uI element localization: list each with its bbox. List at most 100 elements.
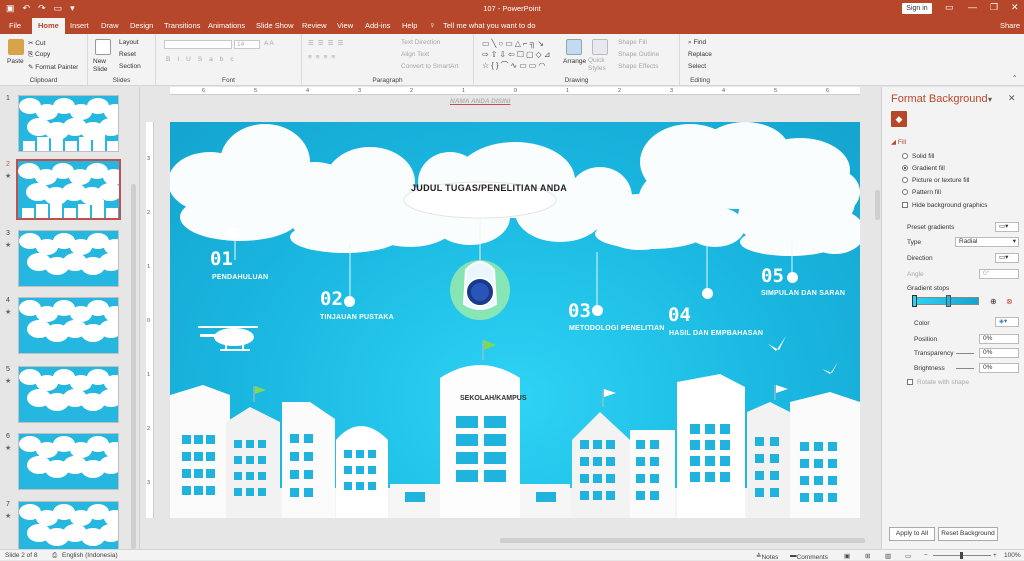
transparency-input[interactable]: 0%: [979, 348, 1019, 358]
new-slide-icon[interactable]: [95, 39, 111, 55]
apply-to-all-button[interactable]: Apply to All: [889, 527, 935, 541]
slide-canvas[interactable]: JUDUL TUGAS/PENELITIAN ANDA 01 PENDAHULU…: [170, 122, 860, 518]
shapes-gallery[interactable]: ▭╲○▭△⌐╗↘ ⇨⇧⇩⇦☐▢◇⊿ ☆{}⌒∿▭▭◠: [482, 38, 558, 72]
tab-home[interactable]: Home: [32, 18, 65, 34]
brightness-slider[interactable]: [956, 368, 974, 369]
zoom-level[interactable]: 100%: [1004, 552, 1021, 559]
remove-stop-icon[interactable]: ⊗: [1006, 297, 1013, 306]
item-label-1[interactable]: PENDAHULUAN: [212, 274, 268, 281]
tab-animations[interactable]: Animations: [208, 21, 245, 30]
slide-thumbnail[interactable]: [18, 297, 119, 354]
school-label[interactable]: SEKOLAH/KAMPUS: [460, 395, 527, 402]
fill-bucket-icon[interactable]: ◆: [891, 111, 907, 127]
picture-fill-option[interactable]: Picture or texture fill: [902, 177, 969, 184]
share-button[interactable]: Share: [1000, 21, 1020, 30]
notes-button[interactable]: ≙ Notes: [756, 552, 778, 561]
tab-insert[interactable]: Insert: [70, 21, 89, 30]
gradient-stop-1[interactable]: [912, 295, 917, 307]
item-label-2[interactable]: TINJAUAN PUSTAKA: [320, 314, 394, 321]
quick-styles-button[interactable]: Quick Styles: [588, 57, 610, 73]
font-size-box[interactable]: 14: [234, 40, 260, 49]
item-number-2[interactable]: 02: [320, 288, 343, 310]
zoom-in-icon[interactable]: +: [993, 552, 997, 559]
item-number-1[interactable]: 01: [210, 248, 233, 270]
align-text-button[interactable]: Align Text: [401, 51, 429, 58]
text-direction-button[interactable]: Text Direction: [401, 39, 440, 46]
gradient-stop-2[interactable]: [946, 295, 951, 307]
direction-dropdown[interactable]: ▭▾: [995, 253, 1019, 263]
language-indicator[interactable]: English (Indonesia): [62, 552, 118, 559]
quick-styles-icon[interactable]: [592, 39, 608, 55]
rotate-option[interactable]: Rotate with shape: [907, 379, 969, 386]
slide-title[interactable]: JUDUL TUGAS/PENELITIAN ANDA: [411, 183, 567, 193]
paste-button[interactable]: Paste: [7, 58, 24, 65]
tab-add-ins[interactable]: Add-ins: [365, 21, 390, 30]
copy-button[interactable]: ⎘ Copy: [28, 51, 50, 59]
slide-thumbnail[interactable]: [18, 95, 119, 152]
tab-design[interactable]: Design: [130, 21, 153, 30]
zoom-out-icon[interactable]: −: [924, 552, 928, 559]
slide-thumbnail[interactable]: [16, 159, 121, 220]
paste-icon[interactable]: [8, 39, 24, 55]
spellcheck-icon[interactable]: ⎙: [52, 552, 57, 560]
angle-input[interactable]: 0°: [979, 269, 1019, 279]
reset-button[interactable]: Reset: [119, 51, 136, 58]
slide-thumbnail[interactable]: [18, 230, 119, 287]
sign-in-button[interactable]: Sign in: [902, 3, 932, 14]
shape-fill-button[interactable]: Shape Fill: [618, 39, 647, 46]
section-button[interactable]: Section: [119, 63, 141, 70]
zoom-slider-thumb[interactable]: [960, 552, 963, 559]
solid-fill-option[interactable]: Solid fill: [902, 153, 934, 160]
tab-view[interactable]: View: [337, 21, 353, 30]
shape-effects-button[interactable]: Shape Effects: [618, 63, 658, 70]
tab-help[interactable]: Help: [402, 21, 417, 30]
item-label-4[interactable]: HASIL DAN EMPBAHASAN: [669, 330, 763, 337]
restore-icon[interactable]: ❐: [990, 2, 998, 13]
item-number-3[interactable]: 03: [568, 300, 591, 322]
position-input[interactable]: 0%: [979, 334, 1019, 344]
item-number-4[interactable]: 04: [668, 304, 691, 326]
tab-review[interactable]: Review: [302, 21, 327, 30]
font-grow-icon[interactable]: A A: [264, 40, 274, 47]
close-icon[interactable]: ✕: [1011, 2, 1019, 13]
collapse-ribbon-icon[interactable]: ⌃: [1012, 74, 1017, 82]
shape-outline-button[interactable]: Shape Outline: [618, 51, 659, 58]
select-button[interactable]: Select: [688, 63, 706, 70]
rotate-checkbox[interactable]: [907, 379, 913, 385]
name-placeholder[interactable]: NAMA ANDA DISINI: [450, 98, 510, 105]
tab-transitions[interactable]: Transitions: [164, 21, 200, 30]
arrange-button[interactable]: Arrange: [563, 58, 586, 65]
arrange-icon[interactable]: [566, 39, 582, 55]
new-slide-button[interactable]: New Slide: [93, 58, 115, 74]
gradient-fill-option[interactable]: Gradient fill: [902, 165, 945, 172]
picture-radio[interactable]: [902, 177, 908, 183]
format-painter-button[interactable]: ✎ Format Painter: [28, 63, 78, 71]
convert-smartart-button[interactable]: Convert to SmartArt: [401, 63, 458, 70]
fill-section-header[interactable]: ◢ Fill: [891, 138, 906, 146]
list-buttons[interactable]: ☰☰☰☰: [308, 39, 347, 47]
cut-button[interactable]: ✂ Cut: [28, 39, 45, 47]
slideshow-view-icon[interactable]: ▭: [905, 552, 911, 560]
item-label-3[interactable]: METODOLOGI PENELITIAN: [569, 325, 664, 332]
slide-scrollbar[interactable]: [875, 190, 880, 220]
thumbnail-scrollbar[interactable]: [131, 184, 136, 549]
slide-thumbnail[interactable]: [18, 433, 119, 490]
align-buttons[interactable]: ≡≡≡≡: [308, 54, 339, 61]
layout-button[interactable]: Layout: [119, 39, 139, 46]
gradient-radio[interactable]: [902, 165, 908, 171]
reset-background-button[interactable]: Reset Background: [938, 527, 998, 541]
tab-file[interactable]: File: [9, 21, 21, 30]
solid-radio[interactable]: [902, 153, 908, 159]
pattern-fill-option[interactable]: Pattern fill: [902, 189, 941, 196]
ribbon-options-icon[interactable]: ▭: [945, 2, 954, 13]
item-number-5[interactable]: 05: [761, 265, 784, 287]
brightness-input[interactable]: 0%: [979, 363, 1019, 373]
transparency-slider[interactable]: [956, 353, 974, 354]
preset-gradients-dropdown[interactable]: ▭▾: [995, 222, 1019, 232]
normal-view-icon[interactable]: ▣: [844, 552, 850, 560]
comments-button[interactable]: ▬ Comments: [790, 552, 828, 561]
pane-options-icon[interactable]: ▾: [988, 95, 992, 104]
hide-graphics-checkbox[interactable]: [902, 202, 908, 208]
add-stop-icon[interactable]: ⊕: [990, 297, 997, 306]
minimize-icon[interactable]: —: [968, 2, 977, 12]
